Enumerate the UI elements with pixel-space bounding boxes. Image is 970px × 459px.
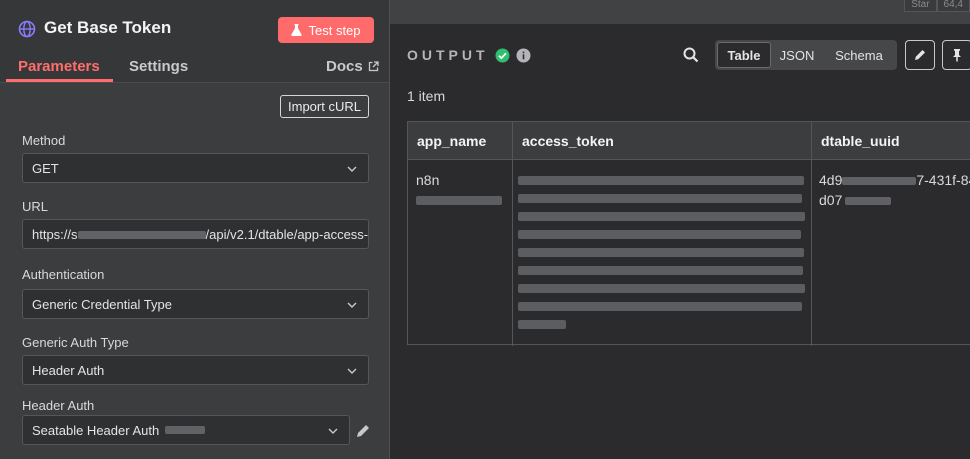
url-input[interactable]: https://s/api/v2.1/dtable/app-access-t [22, 219, 369, 249]
table-header-row: app_name access_token dtable_uuid [408, 122, 970, 160]
check-circle-icon [495, 48, 510, 62]
authentication-label: Authentication [22, 267, 105, 282]
info-icon[interactable] [516, 48, 531, 63]
column-header-app-name[interactable]: app_name [417, 133, 486, 149]
generic-auth-type-value: Header Auth [32, 362, 105, 378]
tab-parameters[interactable]: Parameters [18, 58, 100, 75]
authentication-value: Generic Credential Type [32, 296, 172, 312]
view-schema-button[interactable]: Schema [823, 42, 895, 68]
flask-icon [291, 24, 303, 36]
edit-output-button[interactable] [905, 40, 935, 70]
chevron-down-icon [347, 166, 357, 172]
url-suffix: /api/v2.1/dtable/app-access-t [205, 226, 368, 242]
tab-settings[interactable]: Settings [129, 58, 188, 75]
uuid-start: 4d9 [819, 172, 843, 188]
active-tab-indicator [6, 79, 113, 82]
cell-dtable-uuid-line2: d07 [819, 192, 892, 208]
import-curl-button[interactable]: Import cURL [280, 95, 369, 118]
chevron-down-icon [347, 368, 357, 374]
header-auth-label: Header Auth [22, 398, 95, 413]
pencil-icon[interactable] [354, 422, 372, 440]
output-view-switcher: Table JSON Schema [715, 40, 897, 70]
cell-dtable-uuid-line1: 4d9 7-431f-84 [819, 172, 970, 188]
redacted-uuid-part [845, 197, 892, 206]
method-value: GET [32, 160, 59, 176]
view-json-button[interactable]: JSON [771, 42, 823, 68]
uuid-line2-start: d07 [819, 192, 843, 208]
header-auth-select[interactable]: Seatable Header Auth [22, 415, 350, 445]
url-label: URL [22, 199, 49, 214]
pin-icon [953, 49, 961, 62]
node-parameter-panel: Get Base Token Test step Parameters Sett… [0, 0, 390, 459]
method-select[interactable]: GET [22, 153, 369, 183]
authentication-select[interactable]: Generic Credential Type [22, 289, 369, 319]
generic-auth-type-select[interactable]: Header Auth [22, 355, 369, 385]
output-title: OUTPUT [407, 47, 531, 63]
output-title-label: OUTPUT [407, 47, 489, 63]
github-star-label: Star [904, 0, 937, 12]
url-prefix: https://s [32, 226, 78, 242]
redacted-host [77, 231, 206, 240]
node-title[interactable]: Get Base Token [44, 18, 171, 38]
panel-tabs: Parameters Settings Docs [0, 55, 390, 83]
tab-docs[interactable]: Docs [326, 58, 379, 75]
column-divider [811, 122, 812, 346]
output-panel: OUTPUT Table JSON Schema 1 item app_name… [390, 24, 970, 459]
view-table-button[interactable]: Table [717, 42, 771, 68]
test-step-label: Test step [308, 22, 361, 38]
method-label: Method [22, 133, 66, 148]
redacted-uuid-part [842, 177, 917, 186]
cell-app-name: n8n [416, 172, 440, 188]
chevron-down-icon [328, 428, 338, 434]
globe-icon [18, 20, 36, 38]
docs-label: Docs [326, 58, 363, 75]
column-header-access-token[interactable]: access_token [522, 133, 614, 149]
github-star-button[interactable]: Star 64,4 [904, 0, 970, 12]
uuid-end: 7-431f-84 [916, 172, 970, 188]
test-step-button[interactable]: Test step [278, 17, 374, 43]
url-value: https://s/api/v2.1/dtable/app-access-t [32, 227, 368, 242]
generic-auth-type-label: Generic Auth Type [22, 335, 129, 350]
column-header-dtable-uuid[interactable]: dtable_uuid [821, 133, 900, 149]
search-icon[interactable] [683, 47, 699, 63]
output-table: app_name access_token dtable_uuid n8n 4d… [407, 121, 970, 346]
pencil-icon [915, 50, 925, 60]
pin-data-button[interactable] [942, 40, 970, 70]
chevron-down-icon [347, 302, 357, 308]
item-count: 1 item [407, 88, 446, 104]
redacted-credential [165, 426, 206, 434]
panel-header: Get Base Token Test step Parameters Sett… [0, 0, 389, 83]
redacted-app-name-line [416, 196, 502, 205]
github-star-count: 64,4 [936, 0, 970, 12]
header-auth-value: Seatable Header Auth [32, 422, 160, 438]
external-link-icon [368, 61, 379, 72]
column-divider [512, 122, 513, 346]
